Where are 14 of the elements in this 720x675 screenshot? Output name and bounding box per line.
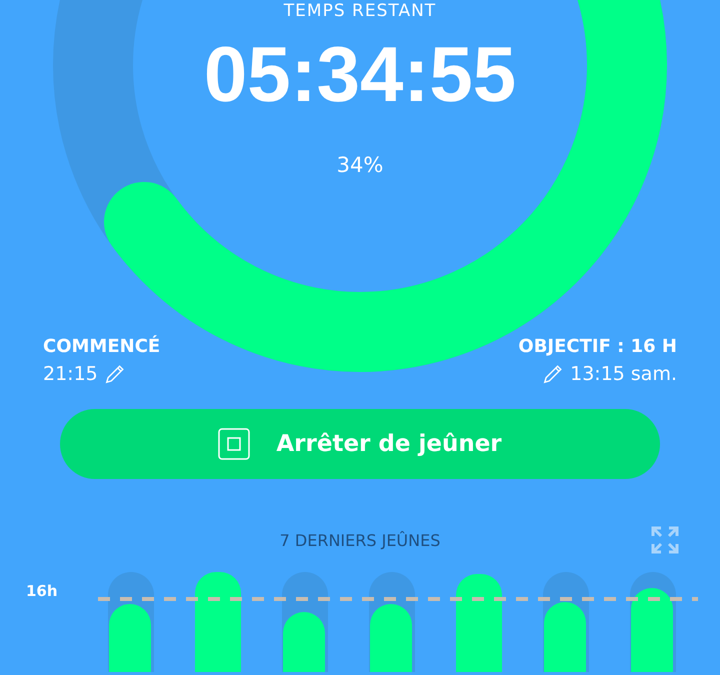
edit-icon[interactable]: [542, 363, 564, 385]
progress-percent: 34%: [336, 152, 384, 177]
goal-label: OBJECTIF : 16 H: [518, 336, 677, 357]
edit-icon[interactable]: [104, 363, 126, 385]
goal-time: 13:15 sam.: [570, 363, 677, 385]
chart-title: 7 DERNIERS JEÛNES: [280, 531, 440, 550]
timer-label: TEMPS RESTANT: [284, 2, 436, 21]
expand-icon[interactable]: [650, 525, 680, 555]
stop-fast-button[interactable]: Arrêter de jeûner: [60, 409, 660, 479]
started-label: COMMENCÉ: [43, 336, 160, 357]
start-time: 21:15: [43, 363, 98, 385]
stop-icon: [218, 428, 250, 460]
goal-axis-label: 16h: [26, 582, 58, 600]
remaining-time: 05:34:55: [204, 34, 516, 113]
